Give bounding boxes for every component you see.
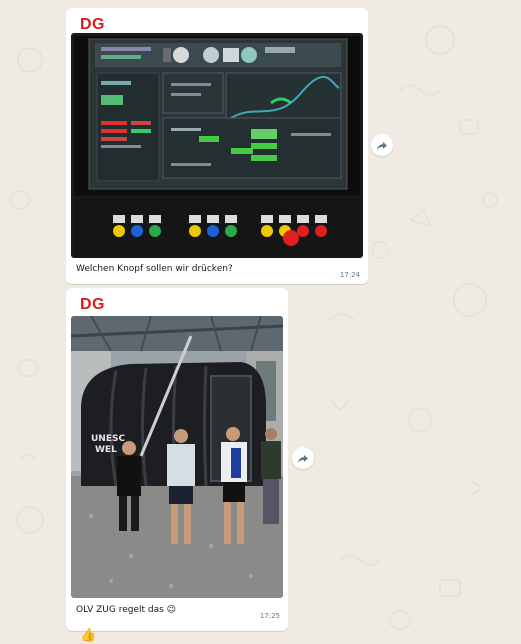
control-panel-photo[interactable] (71, 33, 363, 258)
message-bubble-1[interactable]: DG Welchen Knopf sollen wir drücken? 17:… (66, 8, 368, 284)
svg-text:WEL: WEL (95, 445, 117, 455)
forward-arrow-icon (376, 136, 388, 155)
forward-button[interactable] (371, 134, 393, 156)
svg-text:UNESC: UNESC (91, 434, 125, 444)
message-caption: Welchen Knopf sollen wir drücken? (76, 264, 233, 274)
forward-button[interactable] (292, 447, 314, 469)
cable-car-cabin-photo[interactable]: UNESC WEL (71, 316, 283, 598)
message-caption: OLV ZUG regelt das 😉 (76, 605, 177, 615)
sender-name[interactable]: DG (80, 296, 105, 314)
message-bubble-2[interactable]: DG UNESC WEL OLV ZUG regelt das 😉 17:25 (66, 288, 288, 631)
message-reaction[interactable]: 👍 (80, 628, 96, 643)
message-timestamp: 17:24 (339, 271, 360, 279)
forward-arrow-icon (297, 449, 309, 468)
sender-name[interactable]: DG (80, 16, 105, 34)
message-timestamp: 17:25 (259, 612, 280, 620)
